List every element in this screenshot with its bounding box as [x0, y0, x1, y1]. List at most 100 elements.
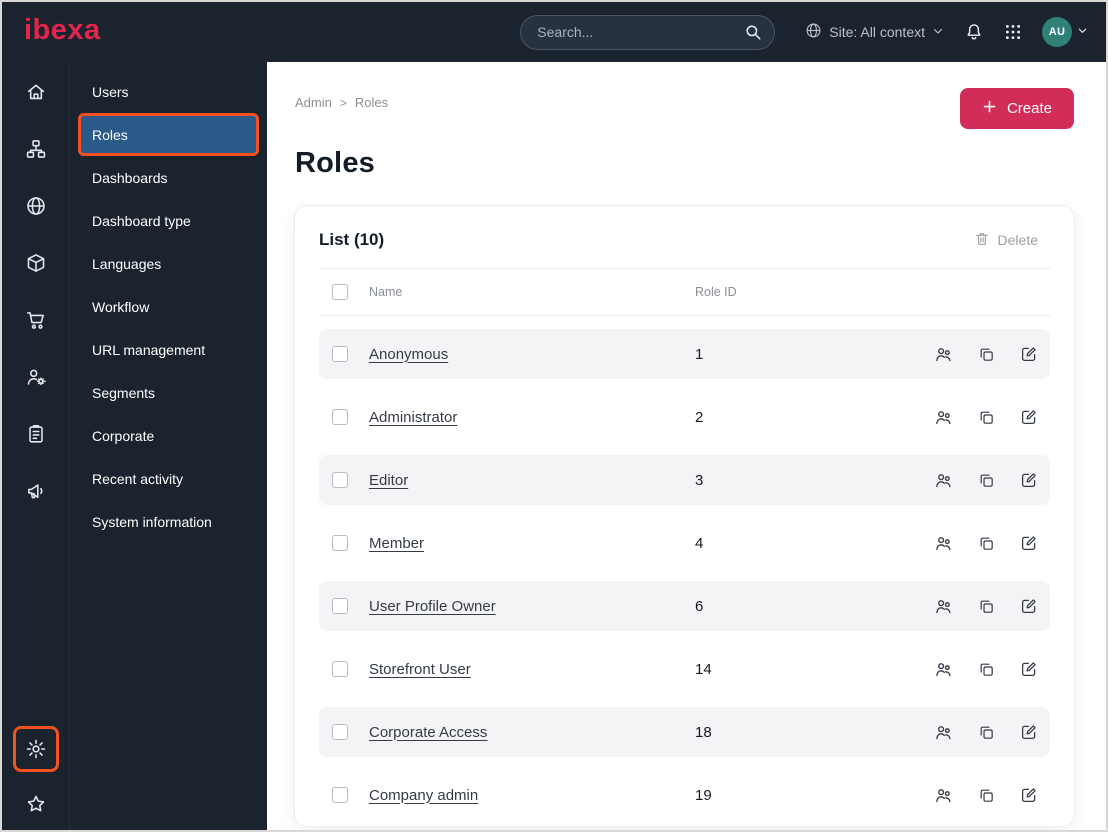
assign-users-icon[interactable] — [934, 723, 953, 742]
role-name-link[interactable]: Member — [369, 535, 424, 552]
ibexa-logo[interactable]: ibexa — [24, 16, 101, 48]
sidebar-item-recent-activity[interactable]: Recent activity — [78, 457, 259, 500]
breadcrumb-admin-link[interactable]: Admin — [295, 95, 332, 110]
row-checkbox[interactable] — [332, 787, 348, 803]
roles-table-body: Anonymous 1 Administrator 2 Editor 3 Mem… — [319, 329, 1050, 820]
orders-icon[interactable] — [16, 414, 56, 454]
role-name-link[interactable]: Administrator — [369, 409, 457, 426]
sidebar-item-languages[interactable]: Languages — [78, 242, 259, 285]
sidebar-item-segments[interactable]: Segments — [78, 371, 259, 414]
site-context-selector[interactable]: Site: All context — [805, 22, 944, 42]
breadcrumb: Admin > Roles — [295, 95, 388, 110]
sidebar-item-url-management[interactable]: URL management — [78, 328, 259, 371]
delete-button[interactable]: Delete — [974, 231, 1050, 250]
sidebar-item-workflow[interactable]: Workflow — [78, 285, 259, 328]
column-header-name: Name — [369, 285, 403, 299]
create-button[interactable]: Create — [959, 88, 1074, 129]
copy-icon[interactable] — [978, 787, 995, 804]
marketing-megaphone-icon[interactable] — [16, 471, 56, 511]
row-checkbox[interactable] — [332, 346, 348, 362]
search-input[interactable] — [520, 14, 776, 50]
main-content: Admin > Roles Create Roles List (10) Del… — [267, 62, 1106, 830]
row-checkbox[interactable] — [332, 661, 348, 677]
sidebar-item-roles[interactable]: Roles — [78, 113, 259, 156]
icon-rail-bottom — [12, 726, 59, 826]
site-globe-icon[interactable] — [16, 186, 56, 226]
sidebar-item-dashboards[interactable]: Dashboards — [78, 156, 259, 199]
copy-icon[interactable] — [978, 661, 995, 678]
sidebar-item-label: Segments — [92, 384, 156, 401]
assign-users-icon[interactable] — [934, 660, 953, 679]
assign-users-icon[interactable] — [934, 534, 953, 553]
apps-grid-icon[interactable] — [1004, 23, 1022, 41]
copy-icon[interactable] — [978, 598, 995, 615]
assign-users-icon[interactable] — [934, 345, 953, 364]
role-name-link[interactable]: Anonymous — [369, 346, 448, 363]
content-tree-icon[interactable] — [16, 129, 56, 169]
row-checkbox[interactable] — [332, 535, 348, 551]
edit-icon[interactable] — [1020, 408, 1038, 426]
site-context-label: Site: All context — [829, 24, 925, 40]
table-row: Anonymous 1 — [319, 329, 1050, 379]
chevron-down-icon — [1077, 23, 1088, 41]
icon-rail — [2, 62, 70, 830]
role-name-link[interactable]: Company admin — [369, 787, 478, 804]
notifications-bell-icon[interactable] — [964, 22, 984, 42]
sidebar-item-label: URL management — [92, 341, 206, 358]
copy-icon[interactable] — [978, 535, 995, 552]
role-name-link[interactable]: Storefront User — [369, 661, 471, 678]
home-icon[interactable] — [16, 72, 56, 112]
sidebar-item-label: Dashboard type — [92, 212, 191, 229]
sidebar-item-dashboard-type[interactable]: Dashboard type — [78, 199, 259, 242]
edit-icon[interactable] — [1020, 534, 1038, 552]
assign-users-icon[interactable] — [934, 408, 953, 427]
role-id-value: 19 — [695, 786, 712, 804]
edit-icon[interactable] — [1020, 597, 1038, 615]
sidebar-item-label: Recent activity — [92, 470, 184, 487]
plus-icon — [982, 99, 997, 118]
admin-gear-icon[interactable] — [12, 726, 59, 772]
page-title: Roles — [295, 147, 375, 179]
assign-users-icon[interactable] — [934, 471, 953, 490]
edit-icon[interactable] — [1020, 660, 1038, 678]
copy-icon[interactable] — [978, 409, 995, 426]
commerce-cart-icon[interactable] — [16, 300, 56, 340]
sidebar-item-label: Roles — [92, 126, 128, 143]
sidebar-item-corporate[interactable]: Corporate — [78, 414, 259, 457]
app-shell: Users Roles Dashboards Dashboard type La… — [2, 62, 1106, 830]
row-checkbox[interactable] — [332, 598, 348, 614]
user-menu[interactable]: AU — [1042, 17, 1088, 47]
copy-icon[interactable] — [978, 472, 995, 489]
role-name-link[interactable]: Editor — [369, 472, 408, 489]
assign-users-icon[interactable] — [934, 786, 953, 805]
sidebar-item-users[interactable]: Users — [78, 70, 259, 113]
table-row: Corporate Access 18 — [319, 707, 1050, 757]
row-checkbox[interactable] — [332, 472, 348, 488]
table-row: User Profile Owner 6 — [319, 581, 1050, 631]
row-checkbox[interactable] — [332, 724, 348, 740]
breadcrumb-current: Roles — [354, 95, 389, 110]
column-header-role-id: Role ID — [695, 285, 737, 299]
sidebar-item-label: Languages — [92, 255, 162, 272]
products-box-icon[interactable] — [16, 243, 56, 283]
assign-users-icon[interactable] — [934, 597, 953, 616]
main-header: Admin > Roles Create — [295, 88, 1074, 129]
sidebar-item-system-information[interactable]: System information — [78, 500, 259, 543]
bookmarks-star-icon[interactable] — [16, 784, 56, 824]
select-all-checkbox[interactable] — [332, 284, 348, 300]
role-name-link[interactable]: Corporate Access — [369, 724, 487, 741]
edit-icon[interactable] — [1020, 723, 1038, 741]
edit-icon[interactable] — [1020, 786, 1038, 804]
edit-icon[interactable] — [1020, 471, 1038, 489]
role-name-link[interactable]: User Profile Owner — [369, 598, 496, 615]
avatar[interactable]: AU — [1042, 17, 1072, 47]
search-icon[interactable] — [744, 23, 762, 46]
copy-icon[interactable] — [978, 724, 995, 741]
globe-icon — [805, 22, 822, 42]
copy-icon[interactable] — [978, 346, 995, 363]
role-id-value: 1 — [695, 345, 704, 363]
customers-icon[interactable] — [16, 357, 56, 397]
edit-icon[interactable] — [1020, 345, 1038, 363]
topbar-right: Site: All context AU — [805, 17, 1088, 47]
row-checkbox[interactable] — [332, 409, 348, 425]
